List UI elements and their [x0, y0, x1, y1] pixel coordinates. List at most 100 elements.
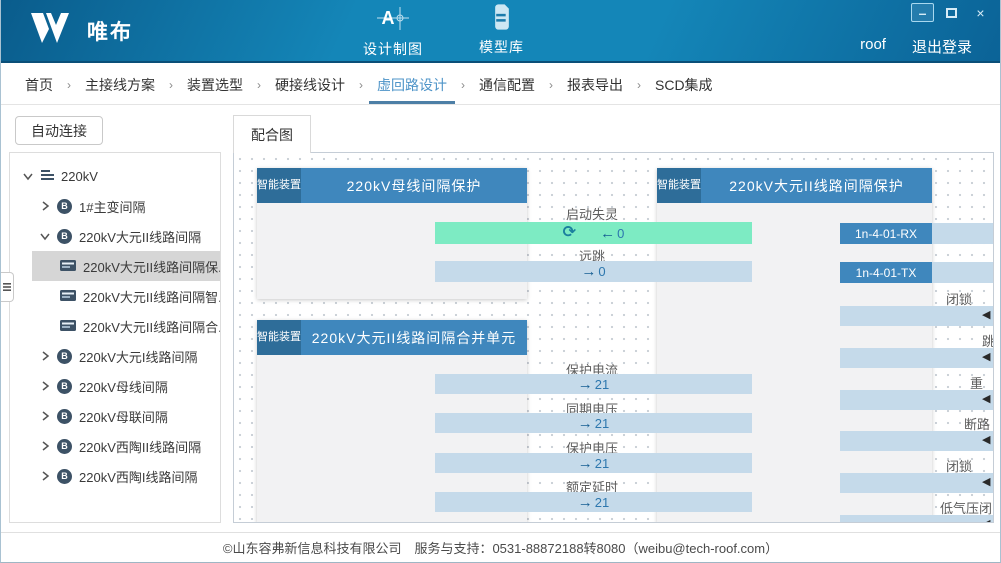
close-button[interactable]: × — [969, 3, 992, 22]
chevron-right-icon — [40, 350, 50, 362]
breadcrumb-separator: › — [541, 78, 561, 92]
nav-design-label: 设计制图 — [363, 39, 423, 59]
username[interactable]: roof — [860, 36, 886, 57]
tree-label: 220kV大元II线路间隔智... — [83, 287, 221, 306]
signal-value: 21 — [595, 377, 609, 392]
right-signal-row[interactable]: ◀ — [840, 431, 994, 451]
breadcrumb-home[interactable]: 首页 — [19, 65, 59, 104]
auto-connect-button[interactable]: 自动连接 — [15, 116, 103, 145]
tree-label: 220kV大元II线路间隔合... — [83, 317, 221, 336]
signal-row-protection-voltage[interactable]: → 21 — [435, 453, 752, 473]
chevron-down-icon — [40, 230, 50, 242]
diagram-canvas[interactable]: 智能装置 220kV母线间隔保护 智能装置 220kV大元II线路间隔保护 智能… — [233, 152, 994, 523]
device-icon — [60, 289, 76, 304]
arrow-right-icon: → — [578, 495, 593, 510]
footer-text: ©山东容弗新信息科技有限公司 服务与支持：0531-88872188转8080（… — [223, 538, 778, 557]
logout-link[interactable]: 退出登录 — [912, 36, 972, 57]
device-tree-panel: 220kV B 1#主变间隔 B 220kV大元II线路间隔 220kV大元II… — [9, 152, 221, 523]
breadcrumb: 首页 › 主接线方案 › 装置选型 › 硬接线设计 › 虚回路设计 › 通信配置… — [1, 65, 1000, 105]
breadcrumb-report-export[interactable]: 报表导出 — [561, 65, 629, 104]
arrow-left-icon: ◀ — [982, 477, 990, 488]
bay-icon: B — [57, 409, 72, 424]
port-tx[interactable]: 1n-4-01-TX — [840, 262, 932, 283]
maximize-button[interactable] — [940, 3, 963, 22]
tree-item-dayuan1-bay[interactable]: B 220kV大元I线路间隔 — [10, 341, 220, 371]
text-crosshair-icon: A — [377, 4, 409, 37]
signal-row-remote-trip[interactable]: → 0 — [435, 261, 752, 282]
signal-value: 21 — [595, 495, 609, 510]
tree-item-dayuan2-protection[interactable]: 220kV大元II线路间隔保... — [32, 251, 220, 281]
arrow-left-icon: ◀ — [982, 310, 990, 321]
w-logo-icon — [25, 11, 77, 50]
chevron-down-icon — [22, 170, 34, 182]
chevron-right-icon — [40, 410, 50, 422]
tree-item-xitao2-bay[interactable]: B 220kV西陶II线路间隔 — [10, 431, 220, 461]
breadcrumb-device-selection[interactable]: 装置选型 — [181, 65, 249, 104]
bay-icon: B — [57, 439, 72, 454]
block-title: 220kV大元II线路间隔保护 — [701, 168, 932, 203]
minimize-button[interactable]: – — [911, 3, 934, 22]
tree-item-main-transformer-bay[interactable]: B 1#主变间隔 — [10, 191, 220, 221]
breadcrumb-hard-wiring[interactable]: 硬接线设计 — [269, 65, 351, 104]
arrow-right-icon: → — [578, 416, 593, 431]
smart-device-badge: 智能装置 — [657, 168, 701, 203]
panel-collapse-handle[interactable] — [1, 272, 14, 302]
right-signal-row[interactable]: ◀ — [840, 515, 994, 523]
bay-icon: B — [57, 379, 72, 394]
tree-label: 1#主变间隔 — [79, 197, 145, 216]
right-signal-row[interactable]: ◀ — [840, 348, 994, 368]
breadcrumb-main-wiring[interactable]: 主接线方案 — [79, 65, 161, 104]
svg-text:A: A — [382, 8, 395, 28]
right-signal-row[interactable]: ◀ — [840, 473, 994, 493]
bay-icon: B — [57, 229, 72, 244]
chevron-right-icon — [40, 470, 50, 482]
breadcrumb-separator: › — [351, 78, 371, 92]
tree-label: 220kV大元I线路间隔 — [79, 347, 197, 366]
signal-value: 0 — [598, 264, 605, 279]
bay-icon: B — [57, 199, 72, 214]
signal-row-start-failure[interactable]: ⟳ ← 0 — [435, 222, 752, 244]
nav-design-drawing[interactable]: A 设计制图 — [363, 4, 423, 59]
signal-value: 21 — [595, 416, 609, 431]
breadcrumb-separator: › — [59, 78, 79, 92]
tree-root-220kv[interactable]: 220kV — [10, 161, 220, 191]
tree-label: 220kV大元II线路间隔 — [79, 227, 201, 246]
brand-logo[interactable]: 唯布 — [25, 11, 133, 50]
tree-item-xitao1-bay[interactable]: B 220kV西陶I线路间隔 — [10, 461, 220, 491]
tree-item-dayuan2-bay[interactable]: B 220kV大元II线路间隔 — [10, 221, 220, 251]
right-signal-row[interactable]: ◀ — [840, 390, 994, 410]
tree-item-busbar-bay[interactable]: B 220kV母线间隔 — [10, 371, 220, 401]
tree-label: 220kV西陶II线路间隔 — [79, 437, 201, 456]
signal-row-sync-voltage[interactable]: → 21 — [435, 413, 752, 433]
right-signal-row[interactable]: ◀ — [840, 306, 994, 326]
tree-label: 220kV西陶I线路间隔 — [79, 467, 197, 486]
breadcrumb-scd-integration[interactable]: SCD集成 — [649, 65, 719, 104]
breadcrumb-comm-config[interactable]: 通信配置 — [473, 65, 541, 104]
tree-label: 220kV大元II线路间隔保... — [83, 257, 221, 276]
chevron-right-icon — [40, 440, 50, 452]
nav-model-library[interactable]: 模型库 — [479, 4, 524, 57]
bay-icon: B — [57, 469, 72, 484]
voltage-level-icon — [41, 169, 54, 184]
signal-row-rated-delay[interactable]: → 21 — [435, 492, 752, 512]
arrow-left-icon: ◀ — [982, 435, 990, 446]
smart-device-badge: 智能装置 — [257, 320, 301, 355]
nav-model-label: 模型库 — [479, 37, 524, 57]
chevron-right-icon — [40, 200, 50, 212]
breadcrumb-separator: › — [161, 78, 181, 92]
refresh-icon[interactable]: ⟳ — [563, 225, 576, 241]
tree-item-dayuan2-intelligent[interactable]: 220kV大元II线路间隔智... — [10, 281, 220, 311]
signal-row-protection-current[interactable]: → 21 — [435, 374, 752, 394]
arrow-left-icon: ◀ — [982, 519, 990, 523]
bay-icon: B — [57, 349, 72, 364]
signal-value: 0 — [617, 226, 624, 241]
arrow-right-icon: → — [578, 377, 593, 392]
tab-coordination-diagram[interactable]: 配合图 — [233, 115, 311, 153]
breadcrumb-virtual-circuit-active[interactable]: 虚回路设计 — [371, 65, 453, 104]
arrow-right-icon: → — [581, 264, 596, 279]
device-icon — [60, 259, 76, 274]
signal-value: 21 — [595, 456, 609, 471]
tree-item-bus-coupler-bay[interactable]: B 220kV母联间隔 — [10, 401, 220, 431]
tree-item-dayuan2-merging-unit[interactable]: 220kV大元II线路间隔合... — [10, 311, 220, 341]
port-rx[interactable]: 1n-4-01-RX — [840, 223, 932, 244]
